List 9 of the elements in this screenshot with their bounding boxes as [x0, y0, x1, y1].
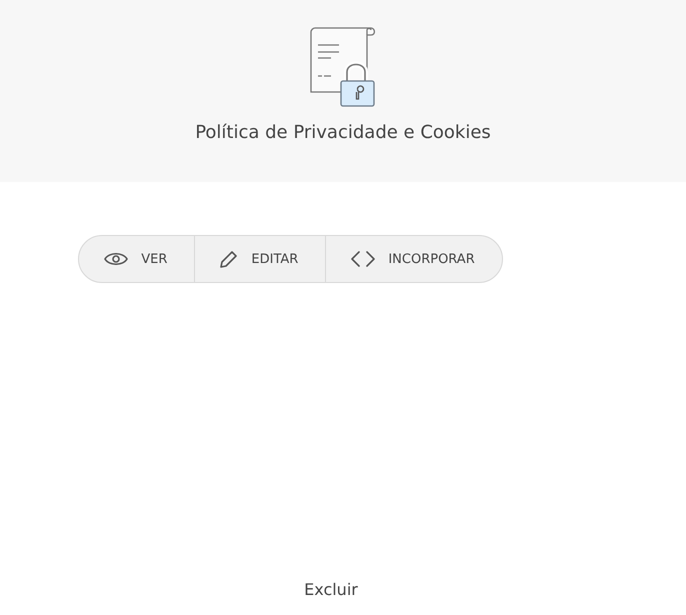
pencil-icon — [219, 249, 240, 269]
code-icon — [350, 250, 376, 268]
locked-document-icon — [309, 26, 377, 108]
embed-button[interactable]: INCORPORAR — [325, 236, 502, 282]
view-button[interactable]: VER — [79, 236, 194, 282]
eye-icon — [103, 250, 130, 268]
delete-link[interactable]: Excluir — [304, 580, 358, 599]
edit-button[interactable]: EDITAR — [194, 236, 326, 282]
page-title: Política de Privacidade e Cookies — [195, 122, 491, 143]
